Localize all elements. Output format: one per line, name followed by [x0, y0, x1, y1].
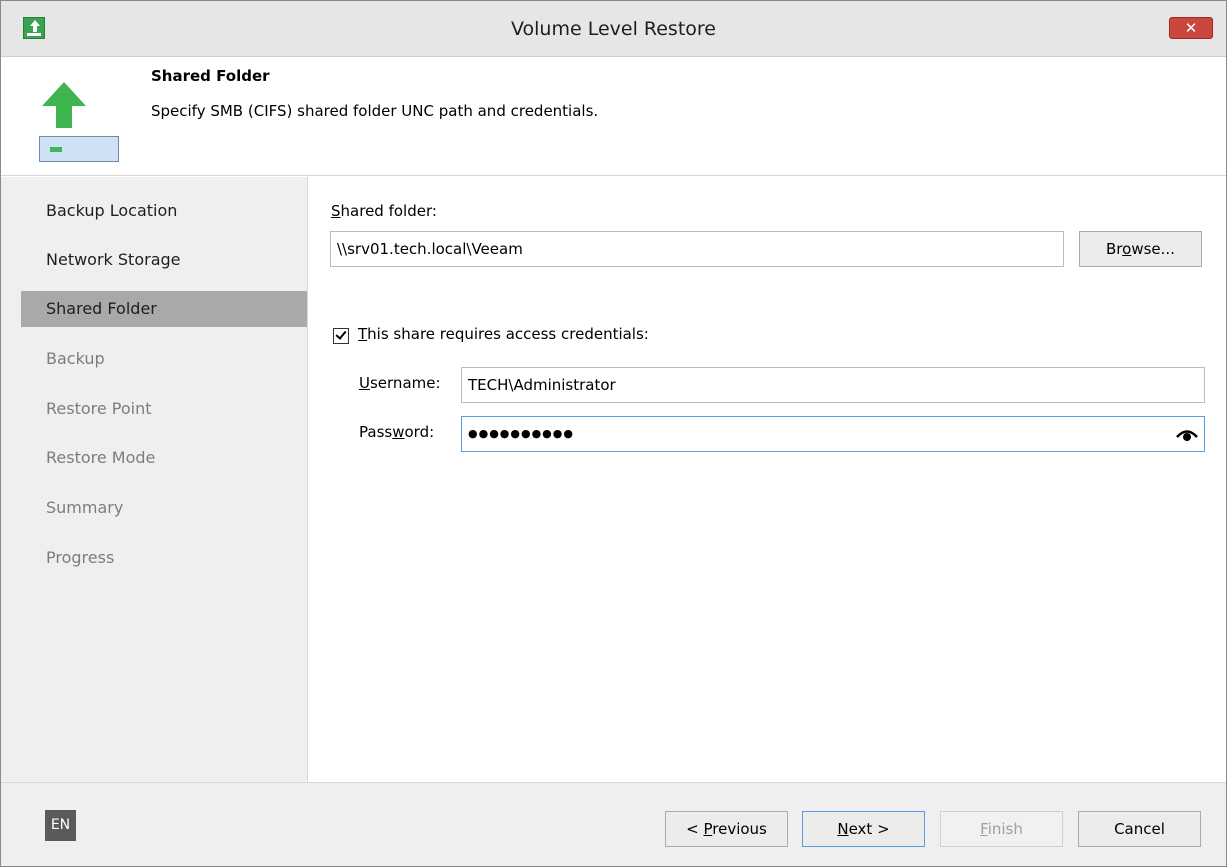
browse-button[interactable]: Browse...	[1079, 231, 1202, 267]
close-window-button[interactable]: ✕	[1169, 17, 1213, 39]
step-description: Specify SMB (CIFS) shared folder UNC pat…	[151, 102, 599, 120]
finish-button: Finish	[940, 811, 1063, 847]
step-summary: Summary	[46, 498, 124, 517]
wizard-content: Shared folder: \\srv01.tech.local\Veeam …	[309, 177, 1226, 782]
step-network-storage[interactable]: Network Storage	[21, 242, 307, 278]
cancel-button[interactable]: Cancel	[1078, 811, 1201, 847]
shared-folder-label: Shared folder:	[331, 202, 437, 220]
volume-level-restore-window: Volume Level Restore ✕ Shared Folder Spe…	[0, 0, 1227, 867]
wizard-footer: EN < Previous Next > Finish Cancel	[1, 782, 1226, 866]
credentials-checkbox-label[interactable]: This share requires access credentials:	[358, 325, 649, 343]
title-bar[interactable]: Volume Level Restore ✕	[1, 1, 1226, 57]
shared-folder-input[interactable]: \\srv01.tech.local\Veeam	[330, 231, 1064, 267]
step-progress: Progress	[46, 548, 115, 567]
username-label: Username:	[359, 374, 441, 392]
window-title: Volume Level Restore	[511, 18, 716, 40]
step-backup: Backup	[46, 349, 105, 368]
password-input[interactable]: ●●●●●●●●●●	[461, 416, 1205, 452]
password-label: Password:	[359, 423, 435, 441]
checkmark-icon	[335, 328, 347, 340]
wizard-steps-sidebar: Backup Location Network Storage Shared F…	[1, 177, 308, 782]
step-shared-folder[interactable]: Shared Folder	[21, 291, 307, 327]
show-password-eye-icon[interactable]	[1175, 426, 1199, 442]
credentials-checkbox[interactable]	[333, 328, 349, 344]
step-backup-location[interactable]: Backup Location	[21, 193, 307, 229]
step-title: Shared Folder	[151, 67, 270, 85]
previous-button[interactable]: < Previous	[665, 811, 788, 847]
volume-drive-icon	[39, 136, 119, 162]
language-indicator[interactable]: EN	[45, 810, 76, 841]
step-restore-point: Restore Point	[46, 399, 152, 418]
wizard-header: Shared Folder Specify SMB (CIFS) shared …	[1, 58, 1226, 176]
next-button[interactable]: Next >	[802, 811, 925, 847]
step-restore-mode: Restore Mode	[46, 448, 156, 467]
upload-arrow-icon	[42, 82, 86, 128]
username-input[interactable]: TECH\Administrator	[461, 367, 1205, 403]
